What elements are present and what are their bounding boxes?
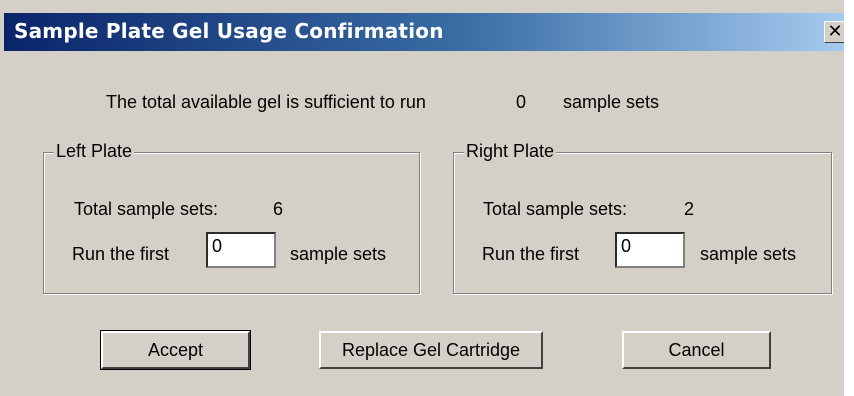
left-plate-group: Left Plate <box>43 141 420 294</box>
right-plate-legend: Right Plate <box>464 141 557 162</box>
replace-gel-cartridge-button[interactable]: Replace Gel Cartridge <box>319 331 543 369</box>
right-run-suffix: sample sets <box>700 244 797 264</box>
right-total-label: Total sample sets: <box>483 199 628 219</box>
right-plate-group: Right Plate <box>453 141 832 294</box>
title-bar[interactable]: Sample Plate Gel Usage Confirmation ✕ <box>4 13 846 51</box>
right-run-prefix: Run the first <box>482 244 580 264</box>
background-edge <box>844 0 854 396</box>
right-run-count-value: 0 <box>621 236 632 256</box>
window-left-edge <box>0 0 4 396</box>
close-button[interactable]: ✕ <box>824 21 846 43</box>
cancel-button[interactable]: Cancel <box>622 331 771 369</box>
left-run-count-value: 0 <box>212 236 223 256</box>
close-icon: ✕ <box>827 21 843 42</box>
left-total-label: Total sample sets: <box>74 199 219 219</box>
confirmation-dialog: Sample Plate Gel Usage Confirmation ✕ Th… <box>0 0 854 396</box>
summary-count: 0 <box>516 92 527 112</box>
right-total-value: 2 <box>684 199 695 219</box>
left-run-prefix: Run the first <box>72 244 170 264</box>
summary-text: The total available gel is sufficient to… <box>106 92 426 112</box>
summary-suffix: sample sets <box>563 92 660 112</box>
accept-button[interactable]: Accept <box>100 330 251 370</box>
left-total-value: 6 <box>273 199 284 219</box>
left-run-suffix: sample sets <box>290 244 387 264</box>
left-run-count-input[interactable]: 0 <box>206 232 276 268</box>
window-title: Sample Plate Gel Usage Confirmation <box>14 19 444 43</box>
left-plate-legend: Left Plate <box>54 141 135 162</box>
right-run-count-input[interactable]: 0 <box>615 232 685 268</box>
